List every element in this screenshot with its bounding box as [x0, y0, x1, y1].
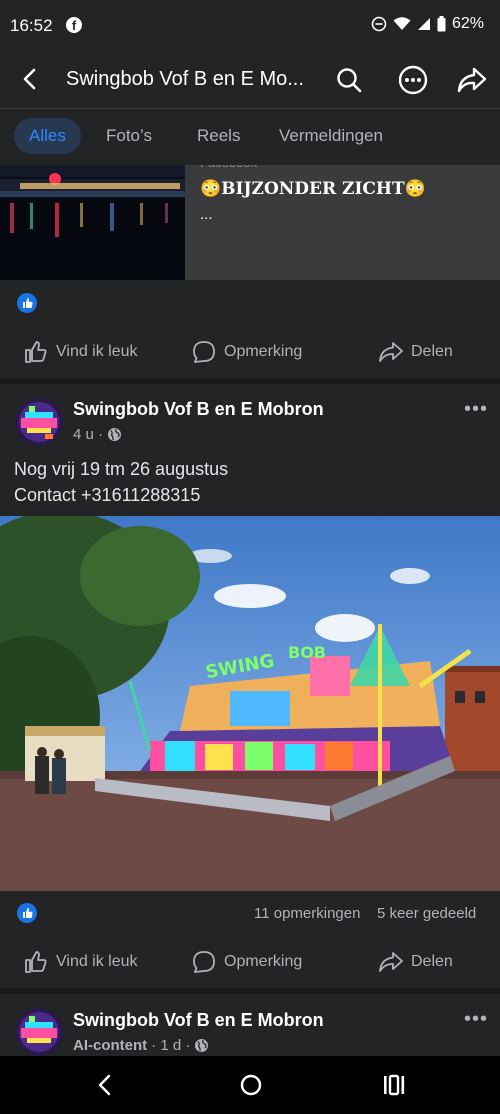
signal-icon [417, 18, 430, 30]
thumbs-up-icon [25, 341, 47, 363]
search-button[interactable] [336, 66, 362, 99]
thumbs-up-icon [25, 951, 47, 973]
globe-icon [108, 428, 122, 441]
post2-text: Nog vrij 19 tm 26 augustus Contact +3161… [14, 456, 228, 508]
tab-vermeldingen[interactable]: Vermeldingen [279, 118, 383, 154]
share-arrow-icon [379, 342, 403, 362]
nav-home-icon [240, 1074, 262, 1096]
status-time: 16:52 [10, 16, 53, 35]
post2-share-count[interactable]: 5 keer gedeeld [377, 905, 476, 922]
ride-sign-bob: BOB [288, 643, 326, 662]
post2-comment-button[interactable]: Opmerking [192, 942, 302, 982]
post2-share-button[interactable]: Delen [379, 942, 453, 982]
night-harbor-image [0, 165, 185, 280]
nav-recents-button[interactable] [382, 1074, 406, 1101]
page-header: Swingbob Vof B en E Mo... [0, 52, 500, 109]
ai-content-label[interactable]: AI-content [73, 1037, 147, 1054]
status-bar: 16:52 f 62% [0, 0, 500, 52]
post2-avatar[interactable] [15, 398, 63, 446]
post1-actions: Vind ik leuk Opmerking Delen [0, 332, 500, 372]
post2-more-button[interactable]: ••• [464, 398, 488, 421]
battery-icon [437, 16, 446, 32]
post2-like-reaction-icon[interactable] [17, 903, 37, 923]
tab-fotos[interactable]: Foto’s [106, 118, 152, 154]
back-button[interactable] [16, 64, 44, 94]
post1-comment-label: Opmerking [224, 343, 303, 360]
scroll-mask [185, 150, 500, 165]
post3-meta: AI-content · 1 d · [73, 1037, 209, 1054]
post2-time[interactable]: 4 u · [73, 426, 103, 443]
nav-back-icon [98, 1074, 111, 1096]
link-preview-image[interactable] [0, 165, 185, 280]
post2-meta: 4 u · [73, 426, 122, 443]
post1-share-label: Delen [411, 343, 453, 360]
post2-photo[interactable]: SWING BOB [0, 516, 500, 891]
post1-comment-button[interactable]: Opmerking [192, 332, 302, 372]
post3-author[interactable]: Swingbob Vof B en E Mobron [73, 1010, 324, 1031]
link-ellipsis: ... [200, 206, 213, 223]
battery-percent: 62% [451, 15, 484, 32]
tab-alles[interactable]: Alles [14, 118, 81, 154]
post2-actions: Vind ik leuk Opmerking Delen [0, 942, 500, 982]
share-icon [457, 67, 487, 93]
like-reaction-icon[interactable] [17, 293, 37, 313]
comment-icon [193, 951, 215, 973]
post2-text-line2: Contact +31611288315 [14, 485, 201, 505]
comment-icon [193, 341, 215, 363]
tab-reels[interactable]: Reels [197, 118, 240, 154]
post2-text-line1: Nog vrij 19 tm 26 augustus [14, 459, 229, 479]
link-title[interactable]: 😳BIJZONDER ZICHT😳 [200, 179, 426, 199]
share-page-button[interactable] [456, 66, 488, 99]
post2-comment-count[interactable]: 11 opmerkingen [254, 905, 360, 922]
page-title: Swingbob Vof B en E Mo... [66, 68, 304, 90]
post2-author[interactable]: Swingbob Vof B en E Mobron [73, 399, 324, 420]
more-options-button[interactable] [398, 65, 428, 100]
post1-like-button[interactable]: Vind ik leuk [24, 332, 138, 372]
do-not-disturb-icon [371, 16, 387, 32]
post1-share-button[interactable]: Delen [379, 332, 453, 372]
facebook-notification-icon: f [66, 17, 82, 33]
back-arrow-icon [23, 68, 36, 90]
system-navigation-bar [0, 1056, 500, 1114]
more-icon [398, 65, 428, 95]
search-icon [337, 68, 362, 93]
share-arrow-icon [379, 952, 403, 972]
post3-time[interactable]: · 1 d · [151, 1037, 190, 1054]
nav-back-button[interactable] [94, 1073, 116, 1102]
post2-comment-label: Opmerking [224, 953, 303, 970]
post-separator [0, 988, 500, 994]
post2-like-label: Vind ik leuk [56, 953, 138, 970]
post3-avatar[interactable] [15, 1008, 63, 1056]
post-separator [0, 378, 500, 384]
nav-recents-icon [384, 1074, 405, 1096]
nav-home-button[interactable] [239, 1073, 263, 1102]
status-icons: 62% [371, 15, 484, 33]
post2-like-button[interactable]: Vind ik leuk [24, 942, 138, 982]
post3-more-button[interactable]: ••• [464, 1008, 488, 1031]
post1-like-label: Vind ik leuk [56, 343, 138, 360]
globe-icon [195, 1039, 209, 1052]
wifi-icon [393, 17, 411, 30]
fairground-ride-photo: SWING BOB [0, 516, 500, 891]
post2-share-label: Delen [411, 953, 453, 970]
